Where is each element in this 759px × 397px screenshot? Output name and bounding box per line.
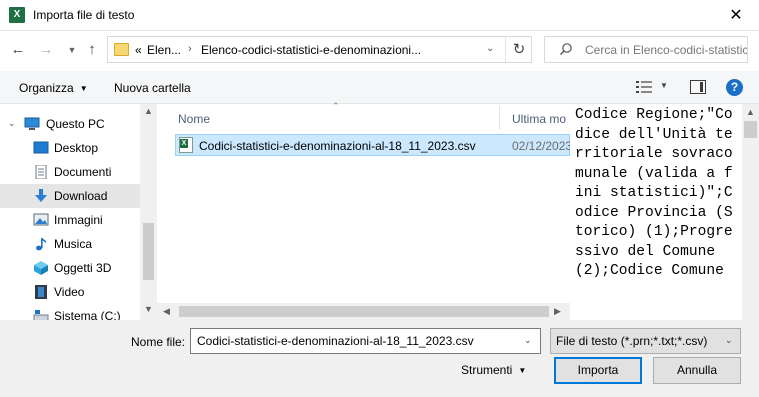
scroll-up-icon[interactable]: ▲ — [746, 107, 755, 117]
sidebar-item-label: Documenti — [54, 165, 112, 179]
tools-button[interactable]: Strumenti ▼ — [461, 363, 526, 377]
sidebar-item-label: Desktop — [54, 141, 99, 155]
address-bar[interactable]: « Elen... › Elenco-codici-statistici-e-d… — [107, 36, 532, 63]
expand-icon[interactable]: ⌄ — [8, 118, 16, 129]
new-folder-button[interactable]: Nuova cartella — [114, 81, 191, 95]
filename-label: Nome file: — [131, 335, 186, 349]
preview-pane: Codice Regione;"Codice dell'Unità territ… — [570, 104, 759, 320]
import-button[interactable]: Importa — [554, 357, 642, 384]
sidebar-item-video[interactable]: Video — [0, 280, 140, 304]
up-button[interactable]: ↑ — [82, 40, 102, 60]
pictures-icon — [33, 213, 49, 226]
sidebar-item-oggetti-3d[interactable]: Oggetti 3D — [0, 256, 140, 280]
window-title: Importa file di testo — [33, 8, 135, 22]
sidebar-item-label: Immagini — [54, 213, 103, 227]
caret-down-icon: ▼ — [518, 366, 527, 375]
scroll-left-icon[interactable]: ◀ — [163, 306, 170, 317]
breadcrumb-parent[interactable]: Elen... — [147, 43, 181, 57]
file-type-select[interactable]: File di testo (*.prn;*.txt;*.csv) ⌄ — [550, 328, 741, 354]
recent-locations-button[interactable]: ▼ — [62, 40, 82, 60]
sidebar-item-immagini[interactable]: Immagini — [0, 208, 140, 232]
scrollbar-thumb[interactable] — [179, 306, 549, 317]
caret-down-icon: ▼ — [79, 84, 88, 93]
sidebar-item-questo-pc[interactable]: ⌄ Questo PC — [0, 112, 140, 136]
sidebar-item-label: Download — [54, 189, 108, 203]
file-row[interactable]: Codici-statistici-e-denominazioni-al-18_… — [175, 134, 573, 156]
close-button[interactable]: ✕ — [713, 0, 759, 31]
video-icon — [35, 285, 47, 299]
music-icon — [36, 238, 46, 251]
sidebar-item-musica[interactable]: Musica — [0, 232, 140, 256]
folder-icon — [114, 43, 129, 56]
navigation-pane: ⌄ Questo PC Desktop Documenti Download I… — [0, 104, 157, 323]
sidebar-item-label: Video — [54, 285, 85, 299]
excel-icon: X — [9, 7, 25, 23]
help-icon[interactable]: ? — [726, 79, 743, 96]
horizontal-scrollbar[interactable]: ◀ ▶ — [157, 303, 570, 320]
desktop-icon — [33, 141, 49, 154]
breadcrumb-current[interactable]: Elenco-codici-statistici-e-denominazioni… — [201, 43, 421, 57]
scroll-down-icon[interactable]: ▼ — [144, 304, 153, 314]
column-divider[interactable] — [499, 106, 500, 130]
dialog-footer: Nome file: Codici-statistici-e-denominaz… — [0, 320, 759, 397]
csv-file-icon — [179, 137, 193, 153]
scrollbar-thumb[interactable] — [744, 121, 757, 138]
sidebar-item-desktop[interactable]: Desktop — [0, 136, 140, 160]
refresh-button[interactable]: ↻ — [505, 37, 532, 62]
preview-pane-icon[interactable] — [690, 80, 706, 94]
documents-icon — [35, 165, 47, 179]
sidebar-item-download[interactable]: Download — [0, 184, 140, 208]
address-overflow[interactable]: « — [135, 43, 142, 57]
download-icon — [35, 189, 47, 202]
search-icon — [560, 43, 572, 55]
scrollbar-thumb[interactable] — [143, 223, 154, 280]
file-name: Codici-statistici-e-denominazioni-al-18_… — [199, 139, 476, 153]
cancel-button[interactable]: Annulla — [653, 357, 741, 384]
filename-value: Codici-statistici-e-denominazioni-al-18_… — [197, 334, 474, 348]
sidebar-item-documenti[interactable]: Documenti — [0, 160, 140, 184]
organize-button[interactable]: Organizza ▼ — [19, 81, 88, 95]
search-placeholder: Cerca in Elenco-codici-statistici-e-... — [585, 43, 747, 57]
file-type-value: File di testo (*.prn;*.txt;*.csv) — [556, 334, 708, 348]
3d-objects-icon — [34, 261, 48, 275]
preview-text: Codice Regione;"Codice dell'Unità territ… — [575, 107, 733, 279]
pc-icon — [24, 117, 40, 130]
view-options-icon[interactable] — [636, 81, 652, 93]
forward-button[interactable]: → — [36, 40, 56, 60]
sidebar-item-label: Questo PC — [46, 117, 105, 131]
sidebar-item-label: Oggetti 3D — [54, 261, 112, 275]
chevron-down-icon[interactable]: ⌄ — [524, 335, 532, 346]
navigation-scrollbar[interactable]: ▲ ▼ — [140, 104, 157, 320]
view-dropdown-icon[interactable]: ▼ — [660, 81, 668, 90]
sort-ascending-icon: ⌃ — [332, 101, 340, 111]
back-button[interactable]: ← — [8, 40, 28, 60]
file-list: ⌃ Nome Ultima mo Codici-statistici-e-den… — [157, 101, 573, 320]
command-bar: Organizza ▼ Nuova cartella ▼ ? — [0, 71, 759, 104]
navigation-bar: ← → ▼ ↑ « Elen... › Elenco-codici-statis… — [0, 31, 759, 71]
tools-label: Strumenti — [461, 363, 513, 377]
organize-label: Organizza — [19, 81, 74, 95]
search-input[interactable]: Cerca in Elenco-codici-statistici-e-... — [544, 36, 748, 63]
title-bar: X Importa file di testo ✕ — [0, 0, 759, 31]
column-header-modified[interactable]: Ultima mo — [512, 112, 566, 126]
file-modified-date: 02/12/2023 — [512, 139, 573, 153]
chevron-down-icon[interactable]: ⌄ — [725, 335, 733, 346]
column-header-name[interactable]: Nome — [178, 112, 210, 126]
chevron-down-icon[interactable]: ⌄ — [486, 43, 494, 54]
sidebar-item-label: Musica — [54, 237, 93, 251]
preview-scrollbar[interactable]: ▲ — [742, 104, 759, 320]
breadcrumb-separator[interactable]: › — [188, 43, 192, 55]
scroll-up-icon[interactable]: ▲ — [144, 106, 153, 116]
scroll-right-icon[interactable]: ▶ — [554, 306, 561, 317]
filename-input[interactable]: Codici-statistici-e-denominazioni-al-18_… — [190, 328, 541, 354]
